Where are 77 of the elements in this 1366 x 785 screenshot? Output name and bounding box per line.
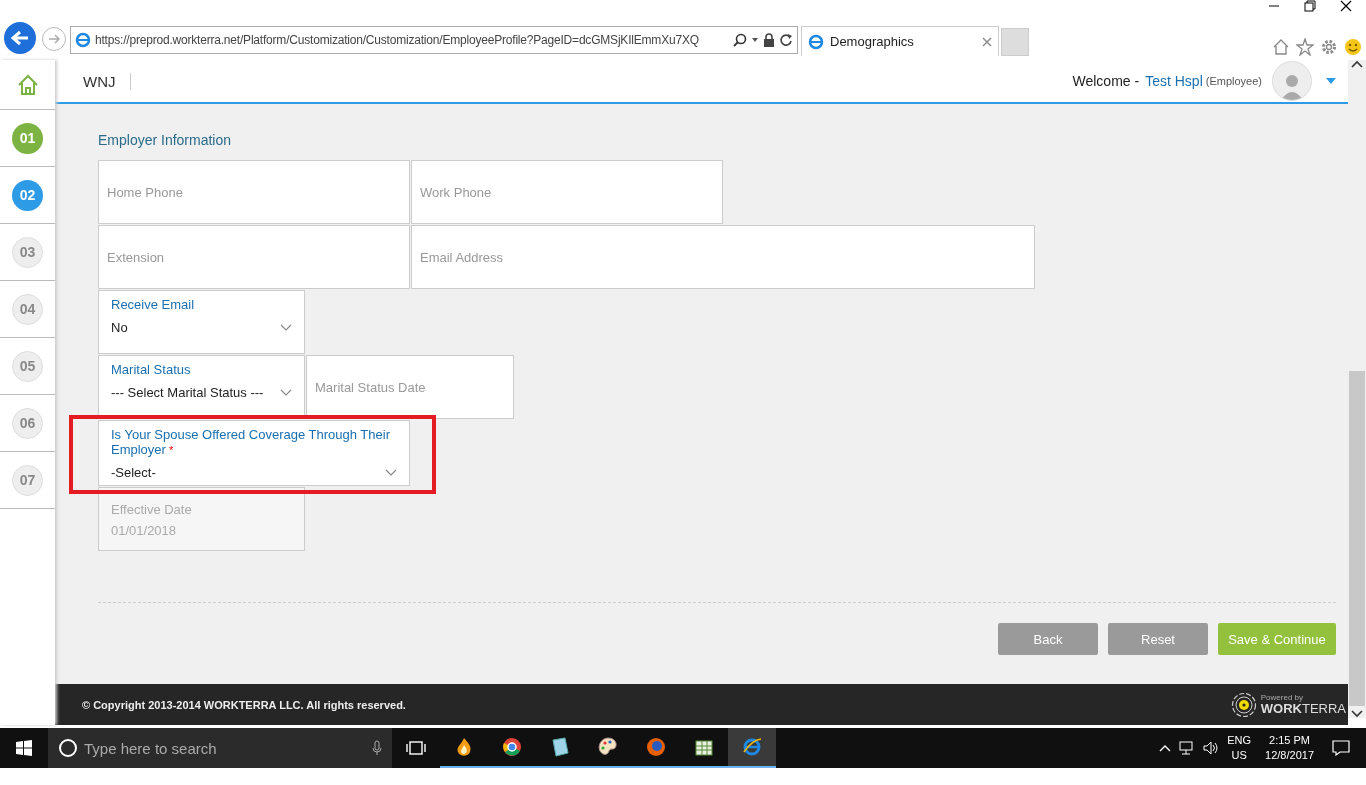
url-text: https://preprod.workterra.net/Platform/Customization/Customization/EmployeeProfile?PageID=dcGMSjKIlEmmXu7XQ (95, 33, 700, 47)
section-title: Employer Information (98, 132, 233, 148)
smiley-icon[interactable] (1344, 38, 1362, 56)
restore-icon[interactable] (1304, 0, 1316, 12)
tab-title: Demographics (830, 34, 915, 49)
scroll-down-icon[interactable] (1351, 710, 1363, 718)
address-bar[interactable]: https://preprod.workterra.net/Platform/Customization/Customization/EmployeeProfile?PageID=dcGMSjKIlEmmXu7XQ (70, 26, 798, 54)
chevron-up-icon[interactable] (1159, 744, 1172, 752)
home-icon[interactable] (1272, 38, 1290, 56)
browser-circle-icon (501, 736, 523, 758)
brand-name: WNJ (83, 72, 131, 90)
scroll-up-icon[interactable] (1351, 60, 1363, 68)
back-arrow-icon (11, 30, 29, 46)
step-number[interactable]: 05 (12, 350, 43, 382)
target-logo-icon (1230, 691, 1257, 718)
globe-e-icon (808, 33, 824, 50)
language-text[interactable]: ENG (1227, 733, 1252, 748)
selected-value: -Select- (111, 465, 156, 480)
clock-date[interactable]: 12/8/2017 (1265, 748, 1314, 763)
chevron-down-icon (280, 324, 292, 331)
action-button[interactable]: Save & Continue (1218, 623, 1336, 655)
speaker-icon[interactable] (1203, 741, 1220, 755)
input-field[interactable]: Work Phone (411, 160, 723, 224)
caret-icon[interactable] (1326, 78, 1336, 84)
clock-time[interactable]: 2:15 PM (1269, 733, 1310, 748)
scroll-thumb[interactable] (1349, 371, 1365, 706)
settings-icon[interactable] (1320, 38, 1338, 56)
notebook-icon (549, 736, 571, 758)
input-field[interactable]: Email Address (411, 225, 1035, 289)
field-label: Effective Date (111, 502, 193, 517)
network-icon[interactable] (1179, 741, 1196, 755)
input-field[interactable]: Home Phone (98, 160, 410, 224)
notification-icon[interactable] (1332, 740, 1350, 756)
globe-e-icon (741, 736, 763, 758)
region-text[interactable]: US (1231, 748, 1247, 763)
selected-value: --- Select Marital Status --- (111, 385, 264, 400)
selected-value: No (111, 320, 128, 335)
chevron-down-icon (280, 389, 292, 396)
step-number[interactable]: 01 (12, 122, 43, 154)
powered-by-text: Powered by (1260, 694, 1304, 702)
step-number[interactable]: 03 (12, 236, 43, 268)
palette-icon (597, 736, 619, 758)
input-field[interactable]: Marital Status Date (306, 355, 514, 419)
windows-logo-icon[interactable] (16, 740, 32, 756)
dropdown-field[interactable]: Is Your Spouse Offered Coverage Through Their Employer * -Select- (98, 420, 410, 486)
lock-icon (763, 33, 775, 47)
user-role: (Employee) (1205, 75, 1262, 87)
task-view-icon[interactable] (406, 740, 426, 756)
copyright-text: © Copyright 2013-2014 WORKTERRA LLC. All rights reserved. (82, 698, 406, 711)
microphone-icon[interactable] (372, 740, 382, 756)
brand-logo-text: WORKTERRA (1260, 702, 1346, 715)
step-number[interactable]: 04 (12, 293, 43, 325)
user-name[interactable]: Test Hspl (1145, 73, 1203, 89)
action-button[interactable]: Back (998, 623, 1098, 655)
scrollbar[interactable] (1348, 60, 1366, 718)
chevron-down-icon (385, 469, 397, 476)
step-number[interactable]: 07 (12, 464, 43, 496)
globe-e-icon (75, 32, 91, 48)
search-icon[interactable] (733, 33, 747, 47)
forward-arrow-icon (48, 34, 60, 44)
star-icon[interactable] (1296, 38, 1314, 56)
taskbar-search-field[interactable]: Type here to search (48, 728, 392, 768)
step-number[interactable]: 02 (12, 179, 43, 211)
welcome-text: Welcome - (1072, 73, 1140, 89)
field-label: Is Your Spouse Offered Coverage Through Their Employer * (111, 427, 391, 457)
search-icon (58, 738, 78, 758)
close-icon[interactable] (1340, 0, 1352, 12)
fox-globe-icon (645, 736, 667, 758)
field-label: Marital Status (111, 362, 192, 377)
field-value: 01/01/2018 (111, 523, 177, 538)
action-button[interactable]: Reset (1108, 623, 1208, 655)
input-field[interactable]: Extension (98, 225, 410, 289)
refresh-icon[interactable] (779, 33, 793, 47)
browser-tab[interactable]: Demographics (801, 26, 999, 56)
field-label: Receive Email (111, 297, 196, 312)
step-number[interactable]: 06 (12, 407, 43, 439)
dropdown-field[interactable]: Receive Email No (98, 290, 305, 354)
